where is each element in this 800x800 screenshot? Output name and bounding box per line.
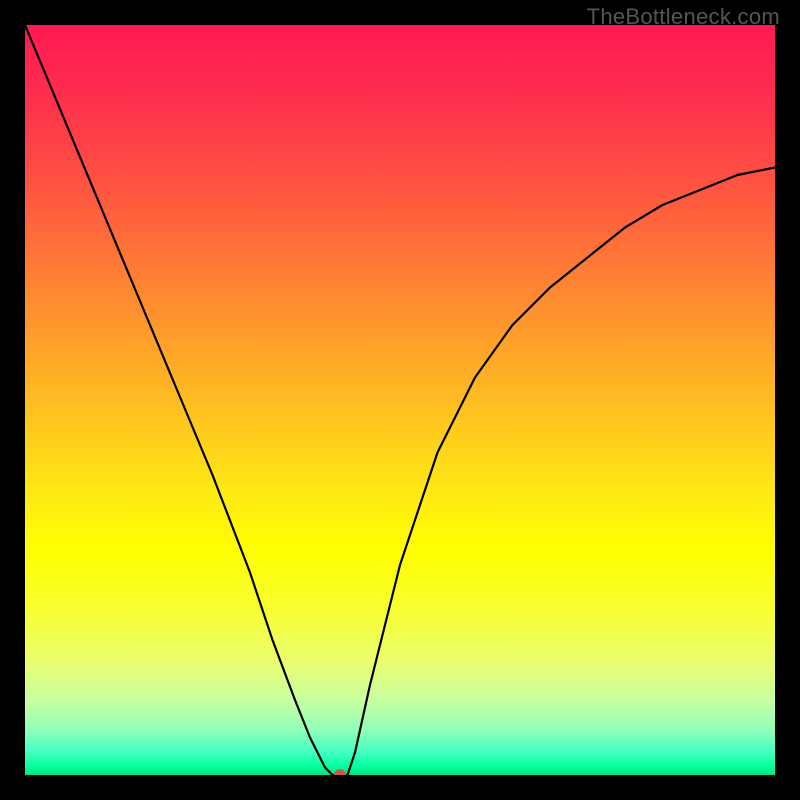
curve-path — [25, 25, 775, 775]
chart-container: TheBottleneck.com — [0, 0, 800, 800]
plot-area — [25, 25, 775, 775]
optimal-point-marker — [334, 769, 346, 775]
bottleneck-curve — [25, 25, 775, 775]
watermark-text: TheBottleneck.com — [587, 4, 780, 30]
